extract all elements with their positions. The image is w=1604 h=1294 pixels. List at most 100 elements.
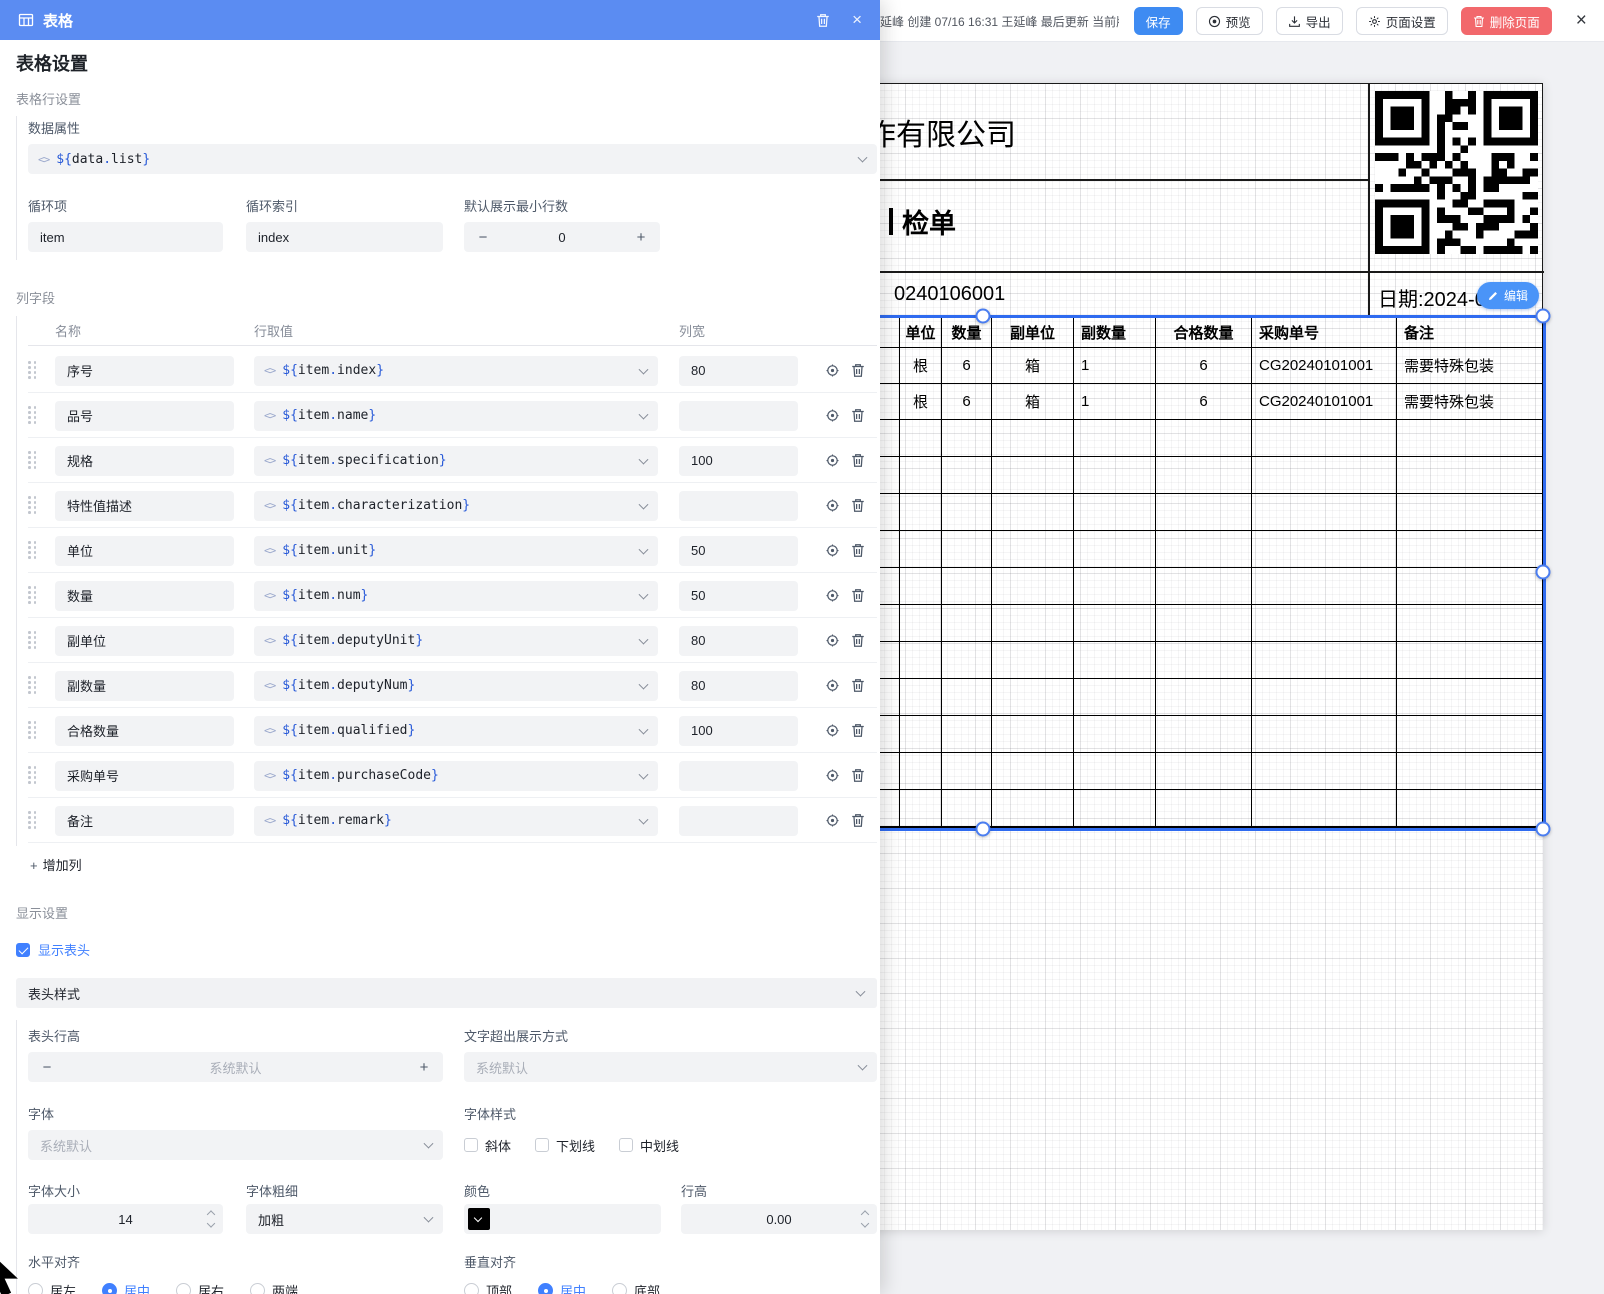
column-width-input[interactable]: 80 [679, 356, 798, 386]
qr-code[interactable] [1375, 91, 1538, 254]
column-delete-icon[interactable] [849, 362, 866, 379]
preview-button[interactable]: 预览 [1196, 7, 1263, 35]
header-style-accordion[interactable]: 表头样式 [16, 978, 877, 1008]
company-name-text[interactable]: 作有限公司 [866, 110, 1016, 154]
radio-option[interactable]: 居左 [28, 1281, 76, 1294]
column-value-select[interactable]: <>${item.qualified} [254, 716, 658, 746]
column-value-select[interactable]: <>${item.name} [254, 401, 658, 431]
column-delete-icon[interactable] [849, 542, 866, 559]
column-name-input[interactable]: 备注 [55, 806, 234, 836]
font-style-checkbox[interactable]: 斜体 [464, 1136, 511, 1155]
minus-icon[interactable]: − [40, 1059, 54, 1076]
add-column-button[interactable]: +增加列 [30, 855, 82, 874]
column-name-input[interactable]: 合格数量 [55, 716, 234, 746]
column-value-select[interactable]: <>${item.num} [254, 581, 658, 611]
column-settings-icon[interactable] [824, 677, 841, 694]
font-weight-select[interactable]: 加粗 [246, 1204, 443, 1234]
column-name-input[interactable]: 副数量 [55, 671, 234, 701]
column-delete-icon[interactable] [849, 812, 866, 829]
overflow-select[interactable]: 系统默认 [464, 1052, 877, 1082]
column-name-input[interactable]: 数量 [55, 581, 234, 611]
column-settings-icon[interactable] [824, 812, 841, 829]
column-width-input[interactable] [679, 491, 798, 521]
drag-handle-icon[interactable] [28, 541, 38, 560]
resize-handle-bottom-right[interactable] [1536, 822, 1551, 837]
plus-icon[interactable]: + [417, 1059, 431, 1076]
drag-handle-icon[interactable] [28, 811, 38, 830]
column-width-input[interactable]: 50 [679, 581, 798, 611]
font-style-checkbox[interactable]: 下划线 [535, 1136, 595, 1155]
radio-option[interactable]: 居中 [538, 1281, 586, 1294]
column-name-input[interactable]: 规格 [55, 446, 234, 476]
drag-handle-icon[interactable] [28, 766, 38, 785]
edit-button[interactable]: 编辑 [1477, 282, 1539, 309]
page-settings-button[interactable]: 页面设置 [1356, 7, 1448, 35]
loop-index-input[interactable]: index [246, 222, 443, 252]
radio-option[interactable]: 居右 [176, 1281, 224, 1294]
drag-handle-icon[interactable] [28, 361, 38, 380]
export-button[interactable]: 导出 [1276, 7, 1343, 35]
column-name-input[interactable]: 单位 [55, 536, 234, 566]
spinner-icons[interactable] [208, 1212, 214, 1227]
column-value-select[interactable]: <>${item.deputyUnit} [254, 626, 658, 656]
column-delete-icon[interactable] [849, 722, 866, 739]
column-delete-icon[interactable] [849, 767, 866, 784]
panel-close-icon[interactable]: × [852, 10, 862, 30]
resize-handle-top-right[interactable] [1536, 309, 1551, 324]
drag-handle-icon[interactable] [28, 451, 38, 470]
column-settings-icon[interactable] [824, 587, 841, 604]
header-row-height-stepper[interactable]: − 系统默认 + [28, 1052, 443, 1082]
column-value-select[interactable]: <>${item.deputyNum} [254, 671, 658, 701]
column-value-select[interactable]: <>${item.specification} [254, 446, 658, 476]
color-input[interactable] [464, 1204, 661, 1234]
document-number-text[interactable]: 0240106001 [894, 283, 1005, 306]
column-value-select[interactable]: <>${item.characterization} [254, 491, 658, 521]
column-value-select[interactable]: <>${item.remark} [254, 806, 658, 836]
column-width-input[interactable]: 80 [679, 671, 798, 701]
font-style-checkbox[interactable]: 中划线 [619, 1136, 679, 1155]
delete-page-button[interactable]: 删除页面 [1461, 7, 1552, 35]
column-delete-icon[interactable] [849, 452, 866, 469]
resize-handle-top-center[interactable] [976, 309, 991, 324]
column-settings-icon[interactable] [824, 452, 841, 469]
column-name-input[interactable]: 特性值描述 [55, 491, 234, 521]
column-delete-icon[interactable] [849, 677, 866, 694]
column-value-select[interactable]: <>${item.index} [254, 356, 658, 386]
drag-handle-icon[interactable] [28, 496, 38, 515]
column-settings-icon[interactable] [824, 497, 841, 514]
column-delete-icon[interactable] [849, 497, 866, 514]
drag-handle-icon[interactable] [28, 721, 38, 740]
resize-handle-middle-right[interactable] [1536, 565, 1551, 580]
resize-handle-bottom-center[interactable] [976, 822, 991, 837]
drag-handle-icon[interactable] [28, 676, 38, 695]
column-width-input[interactable]: 80 [679, 626, 798, 656]
column-settings-icon[interactable] [824, 767, 841, 784]
column-width-input[interactable]: 100 [679, 446, 798, 476]
column-delete-icon[interactable] [849, 632, 866, 649]
close-editor-icon[interactable]: × [1573, 11, 1590, 31]
loop-item-input[interactable]: item [28, 222, 223, 252]
radio-option[interactable]: 居中 [102, 1281, 150, 1294]
column-settings-icon[interactable] [824, 407, 841, 424]
font-select[interactable]: 系统默认 [28, 1130, 443, 1160]
plus-icon[interactable]: + [634, 229, 648, 246]
column-name-input[interactable]: 序号 [55, 356, 234, 386]
column-width-input[interactable]: 50 [679, 536, 798, 566]
column-width-input[interactable] [679, 401, 798, 431]
line-height-input[interactable]: 0.00 [681, 1204, 877, 1234]
minus-icon[interactable]: − [476, 229, 490, 246]
show-header-checkbox[interactable]: 显示表头 [16, 940, 90, 959]
column-width-input[interactable]: 100 [679, 716, 798, 746]
column-name-input[interactable]: 采购单号 [55, 761, 234, 791]
radio-option[interactable]: 顶部 [464, 1281, 512, 1294]
drag-handle-icon[interactable] [28, 631, 38, 650]
column-settings-icon[interactable] [824, 362, 841, 379]
column-value-select[interactable]: <>${item.purchaseCode} [254, 761, 658, 791]
min-rows-stepper[interactable]: − 0 + [464, 222, 660, 252]
column-delete-icon[interactable] [849, 587, 866, 604]
column-settings-icon[interactable] [824, 632, 841, 649]
radio-option[interactable]: 底部 [612, 1281, 660, 1294]
drag-handle-icon[interactable] [28, 586, 38, 605]
column-settings-icon[interactable] [824, 542, 841, 559]
radio-option[interactable]: 两端 [250, 1281, 298, 1294]
